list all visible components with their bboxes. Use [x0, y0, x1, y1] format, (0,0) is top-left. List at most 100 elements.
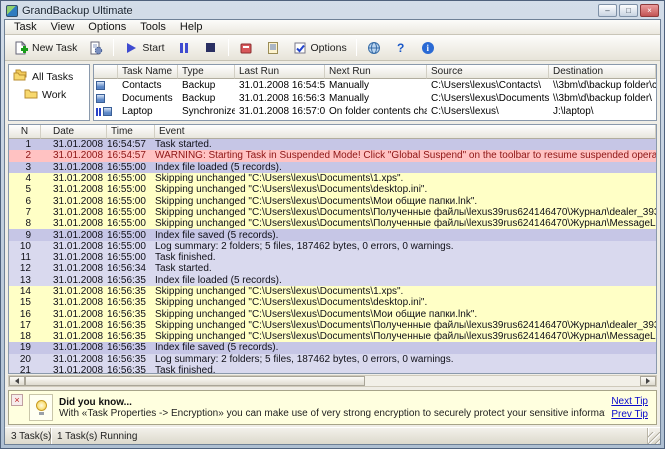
close-tip-button[interactable]: ×: [11, 394, 23, 406]
log-table-header: N Date Time Event: [9, 125, 656, 139]
log-row[interactable]: 1031.01.200816:55:00Log summary: 2 folde…: [9, 241, 656, 252]
log-cell-time: 16:55:00: [107, 173, 155, 184]
stop-button[interactable]: [198, 37, 224, 59]
log-cell-n: 2: [9, 150, 41, 161]
log-col-time[interactable]: Time: [107, 125, 155, 139]
menu-help[interactable]: Help: [173, 21, 210, 34]
log-row[interactable]: 731.01.200816:55:00Skipping unchanged "C…: [9, 207, 656, 218]
view-log-icon: [265, 40, 281, 55]
reports-button[interactable]: [233, 37, 259, 59]
log-row[interactable]: 531.01.200816:55:00Skipping unchanged "C…: [9, 184, 656, 195]
log-row[interactable]: 1331.01.200816:56:35Index file loaded (5…: [9, 275, 656, 286]
log-cell-event: Task started.: [155, 139, 656, 150]
log-cell-n: 7: [9, 207, 41, 218]
log-cell-n: 5: [9, 184, 41, 195]
start-button[interactable]: Start: [118, 37, 169, 59]
log-cell-time: 16:56:34: [107, 263, 155, 274]
task-cell-source: C:\Users\lexus\Documents\: [427, 93, 549, 105]
scroll-left-arrow[interactable]: [9, 376, 25, 386]
log-cell-date: 31.01.2008: [41, 342, 107, 353]
task-col-next-run[interactable]: Next Run: [325, 65, 427, 79]
title-bar[interactable]: GrandBackup Ultimate – □ ×: [4, 1, 661, 19]
log-cell-n: 19: [9, 342, 41, 353]
menu-options[interactable]: Options: [81, 21, 133, 34]
top-panels: All Tasks Work Task Name Type Last Run N…: [5, 61, 660, 124]
log-cell-n: 4: [9, 173, 41, 184]
about-button[interactable]: i: [415, 37, 441, 59]
scroll-right-arrow[interactable]: [640, 376, 656, 386]
globe-icon: [366, 40, 382, 55]
log-row[interactable]: 1631.01.200816:56:35Skipping unchanged "…: [9, 308, 656, 319]
menu-view[interactable]: View: [44, 21, 82, 34]
task-col-destination[interactable]: Destination: [549, 65, 656, 79]
log-cell-event: Index file saved (5 records).: [155, 230, 656, 241]
sidebar-item-all-tasks[interactable]: All Tasks: [9, 67, 89, 86]
log-row[interactable]: 631.01.200816:55:00Skipping unchanged "C…: [9, 195, 656, 206]
log-col-date[interactable]: Date: [41, 125, 107, 139]
log-row[interactable]: 431.01.200816:55:00Skipping unchanged "C…: [9, 173, 656, 184]
menu-task[interactable]: Task: [7, 21, 44, 34]
app-icon[interactable]: [6, 5, 18, 17]
log-row[interactable]: 331.01.200816:55:00Index file loaded (5 …: [9, 162, 656, 173]
tip-bar: × Did you know... With «Task Properties …: [8, 390, 657, 425]
options-icon: [292, 40, 308, 55]
task-col-type[interactable]: Type: [178, 65, 235, 79]
options-button[interactable]: Options: [287, 37, 352, 59]
log-row[interactable]: 931.01.200816:55:00Index file saved (5 r…: [9, 229, 656, 240]
log-row[interactable]: 131.01.200816:54:57Task started.: [9, 139, 656, 150]
task-cell-last_run: 31.01.2008 16:57:05: [235, 106, 325, 118]
task-col-source[interactable]: Source: [427, 65, 549, 79]
maximize-button[interactable]: □: [619, 4, 638, 17]
log-row[interactable]: 1831.01.200816:56:35Skipping unchanged "…: [9, 331, 656, 342]
website-button[interactable]: [361, 37, 387, 59]
task-cell-next_run: Manually: [325, 93, 427, 105]
log-row[interactable]: 1931.01.200816:56:35Index file saved (5 …: [9, 342, 656, 353]
close-button[interactable]: ×: [640, 4, 659, 17]
prev-tip-link[interactable]: Prev Tip: [611, 409, 648, 420]
log-row[interactable]: 1431.01.200816:56:35Skipping unchanged "…: [9, 286, 656, 297]
help-button[interactable]: ?: [388, 37, 414, 59]
task-col-last-run[interactable]: Last Run: [235, 65, 325, 79]
task-properties-icon: [88, 40, 104, 55]
log-cell-time: 16:55:00: [107, 196, 155, 207]
horizontal-scrollbar[interactable]: [8, 375, 657, 387]
log-cell-n: 17: [9, 320, 41, 331]
log-cell-date: 31.01.2008: [41, 230, 107, 241]
log-cell-event: WARNING: Starting Task in Suspended Mode…: [155, 150, 656, 161]
log-row[interactable]: 1231.01.200816:56:34Task started.: [9, 263, 656, 274]
view-log-button[interactable]: [260, 37, 286, 59]
pause-button[interactable]: [171, 37, 197, 59]
new-task-icon: [13, 40, 29, 55]
task-cell-type: Synchronize: [178, 106, 235, 118]
minimize-button[interactable]: –: [598, 4, 617, 17]
log-row[interactable]: 2031.01.200816:56:35Log summary: 2 folde…: [9, 354, 656, 365]
log-cell-date: 31.01.2008: [41, 196, 107, 207]
log-row[interactable]: 1131.01.200816:55:00Task finished.: [9, 252, 656, 263]
log-row[interactable]: 231.01.200816:54:57WARNING: Starting Tas…: [9, 150, 656, 161]
sidebar-item-work[interactable]: Work: [9, 86, 89, 104]
log-row[interactable]: 1531.01.200816:56:35Skipping unchanged "…: [9, 297, 656, 308]
new-task-button[interactable]: New Task: [8, 37, 82, 59]
menu-tools[interactable]: Tools: [133, 21, 173, 34]
client-area: Task View Options Tools Help New Task St: [4, 19, 661, 445]
log-cell-date: 31.01.2008: [41, 320, 107, 331]
task-properties-button[interactable]: [83, 37, 109, 59]
log-cell-date: 31.01.2008: [41, 275, 107, 286]
task-col-name[interactable]: Task Name: [118, 65, 178, 79]
task-cell-type: Backup: [178, 93, 235, 105]
pause-icon: [176, 40, 192, 55]
task-row[interactable]: ContactsBackup31.01.2008 16:54:58Manuall…: [94, 79, 656, 92]
log-row[interactable]: 2131.01.200816:56:35Task finished.: [9, 365, 656, 374]
log-col-n[interactable]: N: [9, 125, 41, 139]
log-row[interactable]: 1731.01.200816:56:35Skipping unchanged "…: [9, 320, 656, 331]
window-title: GrandBackup Ultimate: [22, 5, 594, 17]
log-row[interactable]: 831.01.200816:55:00Skipping unchanged "C…: [9, 218, 656, 229]
log-cell-time: 16:56:35: [107, 286, 155, 297]
task-row[interactable]: DocumentsBackup31.01.2008 16:56:34Manual…: [94, 92, 656, 105]
log-col-event[interactable]: Event: [155, 125, 656, 139]
log-cell-date: 31.01.2008: [41, 150, 107, 161]
scrollbar-thumb[interactable]: [25, 376, 365, 386]
task-row[interactable]: LaptopSynchronize31.01.2008 16:57:05On f…: [94, 105, 656, 118]
next-tip-link[interactable]: Next Tip: [611, 396, 648, 407]
resize-grip[interactable]: [648, 432, 660, 444]
